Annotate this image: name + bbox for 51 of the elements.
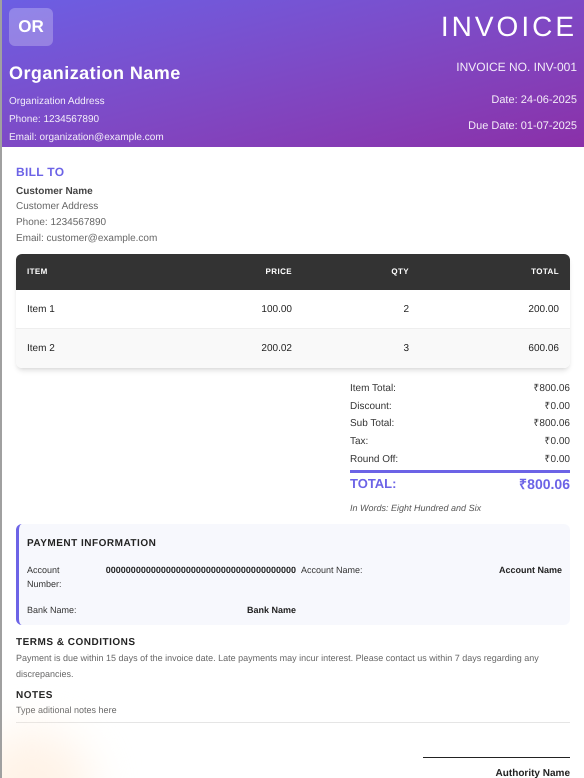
field-label: Account Name:	[301, 564, 364, 578]
summary-label: Item Total:	[350, 382, 396, 396]
invoice-title: INVOICE	[440, 10, 577, 44]
organization-name: Organization Name	[9, 62, 181, 85]
amount-in-words: In Words: Eight Hundred and Six	[350, 502, 482, 515]
terms-text: Payment is due within 15 days of the invoice date. Late payments may incur interest. Please contact us within 7 days regarding any discrepancies.	[16, 652, 540, 682]
customer-detail: Email: customer@example.com	[16, 232, 158, 246]
summary-value: ₹800.06	[533, 417, 570, 432]
column-header: QTY	[390, 266, 409, 278]
total-value: ₹800.06	[519, 474, 570, 494]
logo-badge: OR	[9, 8, 53, 46]
organization-detail: Phone: 1234567890	[9, 113, 100, 127]
table-cell-text: 600.06	[527, 342, 559, 356]
invoice-number: INVOICE NO. INV-001	[456, 59, 577, 76]
due-date: Due Date: 01-07-2025	[468, 118, 577, 134]
notes-text: Type aditional notes here	[16, 704, 570, 723]
summary-label: Discount:	[350, 400, 392, 414]
summary-value: ₹0.00	[544, 452, 570, 467]
summary-label: Sub Total:	[350, 417, 394, 432]
invoice-date: Date: 24-06-2025	[491, 93, 577, 108]
summary-value: ₹0.00	[544, 435, 570, 450]
field-value: 00000000000000000000000000000000000000	[104, 564, 296, 578]
column-header: ITEM	[27, 266, 49, 278]
table-cell-text: 200.00	[527, 302, 559, 316]
customer-name: Customer Name	[16, 185, 94, 199]
column-header: PRICE	[264, 266, 292, 278]
summary-value: ₹0.00	[544, 400, 570, 414]
organization-detail: Organization Address	[9, 95, 106, 109]
organization-detail: Email: organization@example.com	[9, 131, 165, 145]
column-header: TOTAL	[530, 266, 559, 278]
table-cell-text: Item 2	[27, 342, 56, 356]
table-cell-text: 100.00	[260, 302, 292, 316]
customer-detail: Customer Address	[16, 200, 100, 214]
field-value: Account Name	[498, 564, 562, 578]
summary-label: Round Off:	[350, 452, 398, 467]
payment-heading: PAYMENT INFORMATION	[27, 537, 158, 552]
field-label: Bank Name:	[27, 604, 77, 618]
signature-name: Authority Name	[496, 766, 570, 778]
bill-to-heading: BILL TO	[16, 164, 66, 181]
table-cell-text: Item 1	[27, 302, 56, 316]
field-value: Bank Name	[246, 604, 296, 618]
table-cell-text: 3	[402, 342, 409, 356]
summary-label: Tax:	[350, 435, 368, 450]
customer-detail: Phone: 1234567890	[16, 216, 108, 230]
field-label: Account Number:	[27, 564, 63, 592]
notes-heading: NOTES	[16, 689, 54, 704]
table-cell-text: 200.02	[260, 342, 292, 356]
total-label: TOTAL:	[350, 474, 396, 493]
table-cell-text: 2	[402, 302, 409, 316]
terms-heading: TERMS & CONDITIONS	[16, 636, 137, 650]
summary-value: ₹800.06	[533, 382, 570, 396]
